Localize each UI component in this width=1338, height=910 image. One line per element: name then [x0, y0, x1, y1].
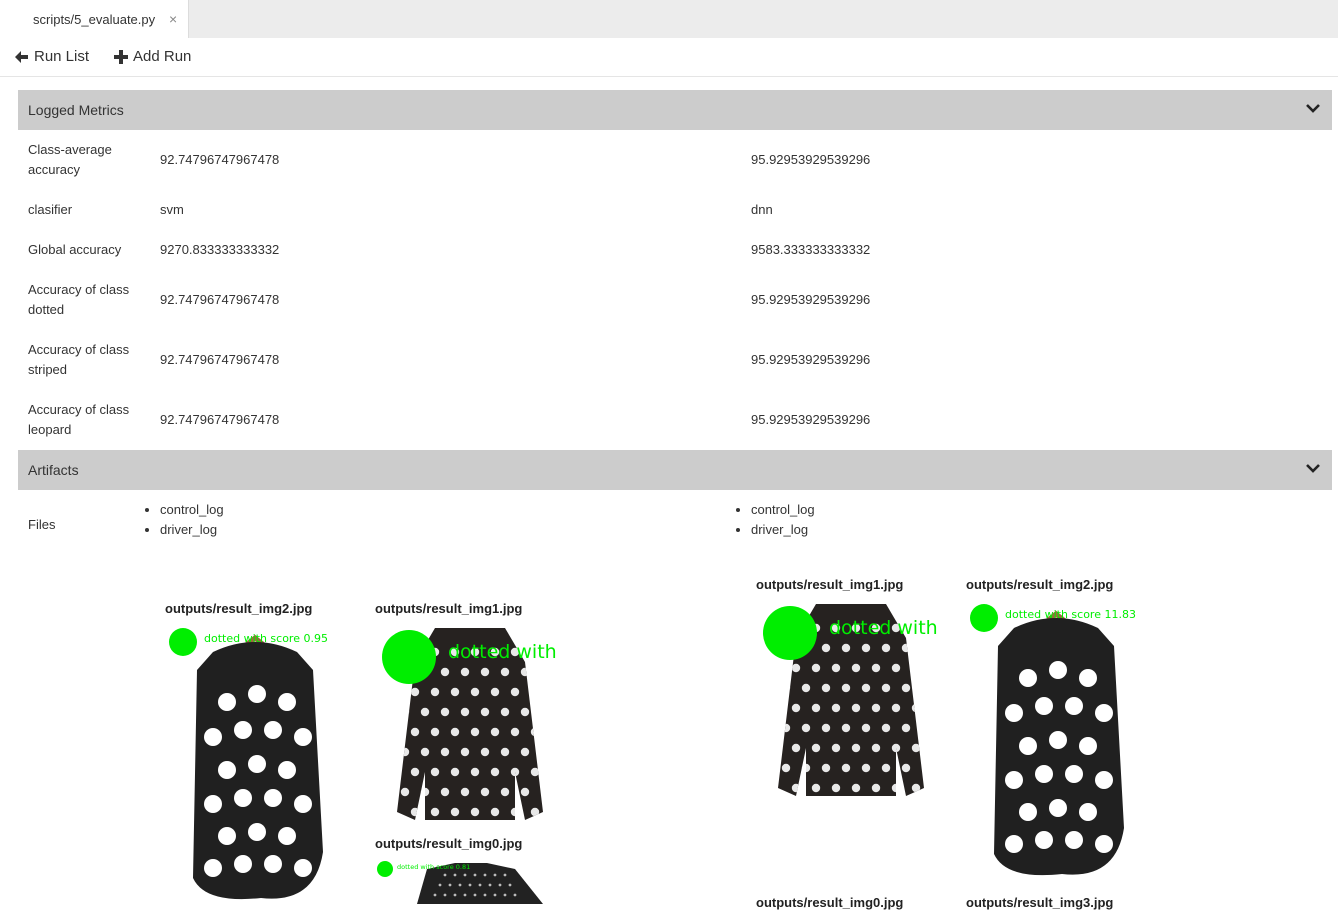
file-link[interactable]: control_log — [751, 500, 815, 520]
run-list-button[interactable]: Run List — [14, 48, 89, 65]
metric-value-run2: 95.92953929539296 — [751, 352, 871, 367]
metric-name: Accuracy of class dotted — [28, 282, 130, 317]
metric-name: clasifier — [28, 202, 73, 217]
result-image[interactable]: dotted with — [375, 622, 570, 827]
logged-metrics-title: Logged Metrics — [28, 102, 124, 118]
file-link[interactable]: driver_log — [160, 520, 224, 540]
metric-name: Global accuracy — [28, 242, 122, 257]
artifacts-header[interactable]: Artifacts — [18, 450, 1332, 490]
image-title: outputs/result_img1.jpg — [756, 577, 904, 592]
tab-title: scripts/5_evaluate.py — [33, 12, 156, 27]
overlay-label: dotted with score 11.83 — [1005, 608, 1136, 621]
overlay-label: dotted with — [829, 617, 938, 639]
tab-editor-file[interactable]: scripts/5_evaluate.py × — [0, 0, 189, 38]
metric-value-run1: 92.74796747967478 — [160, 412, 280, 427]
metric-value-run1: 92.74796747967478 — [160, 152, 280, 167]
dotted-shirt-image: dotted with — [763, 604, 938, 796]
image-title: outputs/result_img0.jpg — [756, 895, 904, 910]
result-image[interactable]: dotted with score 0.95 — [165, 622, 345, 904]
close-icon[interactable]: × — [169, 11, 177, 27]
tab-bar: scripts/5_evaluate.py × — [0, 0, 1338, 39]
overlay-label: dotted with — [448, 641, 557, 663]
chevron-down-icon[interactable] — [1306, 102, 1320, 114]
metric-name: Accuracy of class leopard — [28, 402, 130, 437]
image-title: outputs/result_img1.jpg — [375, 601, 523, 616]
dotted-shirt-image: dotted with — [382, 628, 557, 820]
sleeveless-dotted-top-image: dotted with score 11.83 — [970, 604, 1136, 876]
metric-value-run2: 95.92953929539296 — [751, 412, 871, 427]
file-link[interactable]: control_log — [160, 500, 224, 520]
metric-value-run1: 92.74796747967478 — [160, 292, 280, 307]
metric-value-run2: 95.92953929539296 — [751, 292, 871, 307]
files-list-run2: control_log driver_log — [733, 500, 815, 540]
image-title: outputs/result_img0.jpg — [375, 836, 523, 851]
run-list-label: Run List — [34, 48, 90, 65]
add-run-button[interactable]: Add Run — [114, 48, 191, 65]
metric-value-run1: 9270.833333333332 — [160, 242, 280, 257]
image-title: outputs/result_img3.jpg — [966, 895, 1114, 910]
overlay-label: dotted with score 0.81 — [397, 863, 470, 871]
sleeveless-dotted-top-image: dotted with score 0.95 — [169, 628, 328, 900]
arrow-left-icon — [15, 50, 28, 63]
result-image[interactable]: dotted with — [756, 598, 951, 803]
image-title: outputs/result_img2.jpg — [966, 577, 1114, 592]
result-image[interactable]: dotted with score 0.81 — [375, 857, 570, 904]
files-list-run1: control_log driver_log — [142, 500, 224, 540]
chevron-down-icon[interactable] — [1306, 462, 1320, 474]
result-image[interactable]: dotted with score 11.83 — [966, 598, 1146, 880]
file-link[interactable]: driver_log — [751, 520, 815, 540]
metric-value-run2: dnn — [751, 202, 773, 217]
add-run-label: Add Run — [133, 48, 192, 65]
overlay-label: dotted with score 0.95 — [204, 632, 328, 645]
artifacts-title: Artifacts — [28, 462, 79, 478]
files-label: Files — [28, 517, 56, 532]
logged-metrics-header[interactable]: Logged Metrics — [18, 90, 1332, 130]
plus-icon — [114, 49, 128, 64]
metric-name: Accuracy of class striped — [28, 342, 130, 377]
dotted-shirt-image: dotted with score 0.81 — [377, 861, 543, 904]
metric-value-run1: 92.74796747967478 — [160, 352, 280, 367]
metric-value-run2: 95.92953929539296 — [751, 152, 871, 167]
image-title: outputs/result_img2.jpg — [165, 601, 313, 616]
metric-name: Class-average accuracy — [28, 142, 112, 177]
metric-value-run1: svm — [160, 202, 184, 217]
toolbar: Run List Add Run — [0, 38, 1338, 77]
metric-value-run2: 9583.333333333332 — [751, 242, 871, 257]
